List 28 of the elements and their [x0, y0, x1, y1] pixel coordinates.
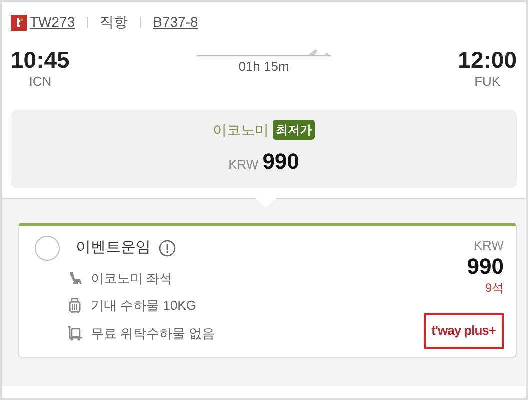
flight-number-link[interactable]: TW273: [30, 12, 76, 33]
suitcase-icon: [67, 298, 83, 314]
price: 990: [262, 148, 300, 176]
arrival-airport: FUK: [474, 73, 502, 91]
flight-duration: 01h 15m: [238, 58, 290, 76]
fare-card[interactable]: 이벤트운임 이코노미 좌석 기내 수하물 10KG 무료 위탁수하물 없음 KRW 990 9석 t'way plus+: [18, 222, 517, 358]
brand-logo: t'way plus+: [424, 313, 504, 349]
departure-time: 10:45: [11, 49, 70, 72]
fare-feature: 무료 위탁수하물 없음: [91, 324, 216, 342]
luggage-cart-icon: [67, 325, 83, 342]
info-icon[interactable]: [159, 240, 176, 256]
arrival-time: 12:00: [458, 49, 517, 72]
fare-feature: 이코노미 좌석: [91, 270, 173, 288]
currency-label: KRW: [474, 236, 504, 254]
lowest-price-badge: 최저가: [273, 120, 315, 140]
cabin-class: 이코노미: [213, 120, 269, 140]
fare-feature: 기내 수하물 10KG: [91, 297, 196, 315]
currency-label: KRW: [228, 156, 259, 174]
price: 990: [467, 255, 504, 280]
airline-logo-icon: [11, 14, 27, 30]
flight-type: 직항: [100, 13, 128, 32]
fare-name: 이벤트운임: [76, 238, 151, 258]
fare-radio[interactable]: [35, 236, 60, 260]
departure-airport: ICN: [28, 73, 53, 91]
seats-left: 9석: [485, 280, 504, 298]
seat-icon: [67, 270, 83, 286]
flight-path-icon: [197, 47, 331, 57]
aircraft-link[interactable]: B737-8: [153, 12, 198, 33]
